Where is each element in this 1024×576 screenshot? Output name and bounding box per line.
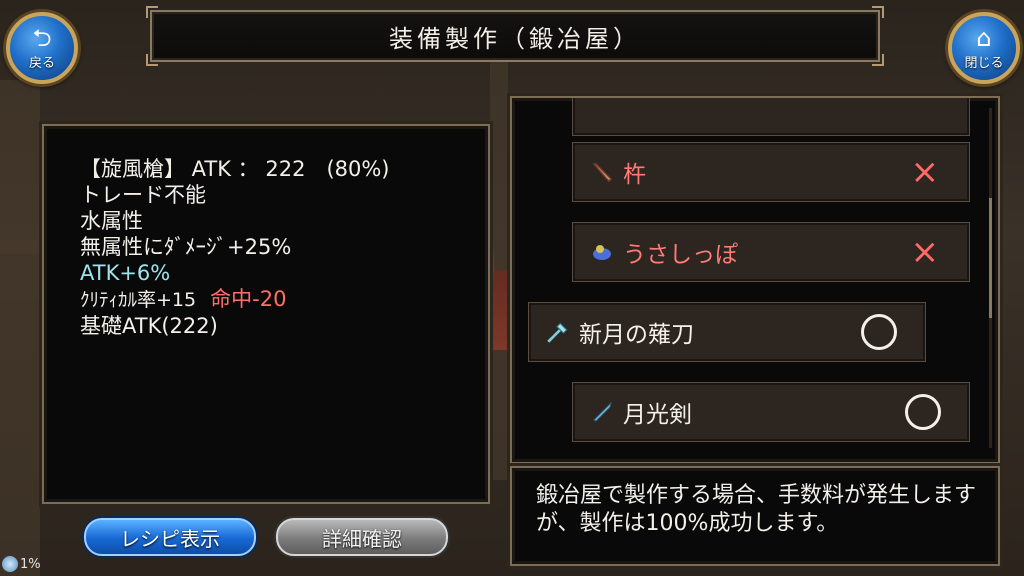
atk-bonus: ATK+6% xyxy=(80,261,171,285)
progress-indicator: 1% xyxy=(2,556,41,572)
recipe-name: うさしっぽ xyxy=(623,242,738,268)
damage-bonus: 無属性にﾀﾞﾒｰｼﾞ+25% xyxy=(80,235,292,259)
unavailable-mark: × xyxy=(910,232,940,272)
list-item-partial[interactable] xyxy=(572,462,970,464)
list-item[interactable]: うさしっぽ × xyxy=(572,222,970,282)
crit-hit-line: ｸﾘﾃｨｶﾙ率+15 命中-20 xyxy=(80,286,390,313)
recipe-name: 杵 xyxy=(623,162,646,188)
info-message: 鍛冶屋で製作する場合、手数料が発生しますが、製作は100%成功します。 xyxy=(536,483,977,536)
element-attribute: 水属性 xyxy=(80,209,143,233)
available-mark xyxy=(861,314,897,350)
progress-value: 1% xyxy=(20,556,41,572)
list-item-selected[interactable]: 新月の薙刀 xyxy=(528,302,926,362)
scrollbar-thumb[interactable] xyxy=(989,198,992,318)
back-label: 戻る xyxy=(28,55,55,71)
pestle-icon xyxy=(589,159,615,185)
list-item[interactable]: 杵 × xyxy=(572,142,970,202)
halberd-icon xyxy=(545,319,571,345)
rabbit-tail-icon xyxy=(589,239,615,265)
base-atk: 基礎ATK(222) xyxy=(80,314,218,338)
trade-restriction: トレード不能 xyxy=(80,183,206,207)
return-arrow-icon: ⮌ xyxy=(32,23,52,52)
orb-icon xyxy=(2,556,18,572)
item-name-atk: 【旋風槍】 ATK ： 222 (80%) xyxy=(80,157,390,181)
back-button[interactable]: ⮌ 戻る xyxy=(6,12,78,84)
close-button[interactable]: ⌂ 閉じる xyxy=(948,12,1020,84)
recipe-name: 新月の薙刀 xyxy=(579,322,694,348)
title-bar: 装備製作（鍛冶屋） xyxy=(146,6,884,66)
home-icon: ⌂ xyxy=(976,23,992,52)
recipe-list-panel[interactable]: 杵 × うさしっぽ × 新月の薙刀 月光剣 xyxy=(510,96,1000,464)
recipe-name: 月光剣 xyxy=(623,402,692,428)
page-title: 装備製作（鍛冶屋） xyxy=(389,24,641,53)
detail-check-button[interactable]: 詳細確認 xyxy=(276,518,448,556)
item-stats: 【旋風槍】 ATK ： 222 (80%) トレード不能 水属性 無属性にﾀﾞﾒ… xyxy=(80,156,390,339)
info-message-panel: 鍛冶屋で製作する場合、手数料が発生しますが、製作は100%成功します。 xyxy=(510,466,1000,566)
list-item-partial[interactable] xyxy=(572,98,970,136)
available-mark xyxy=(905,394,941,430)
unavailable-mark: × xyxy=(910,152,940,192)
accuracy-penalty: 命中-20 xyxy=(210,287,287,311)
list-item[interactable]: 月光剣 xyxy=(572,382,970,442)
recipe-display-button[interactable]: レシピ表示 xyxy=(84,518,256,556)
close-label: 閉じる xyxy=(964,55,1004,71)
item-detail-panel: 【旋風槍】 ATK ： 222 (80%) トレード不能 水属性 無属性にﾀﾞﾒ… xyxy=(42,124,490,504)
sword-icon xyxy=(589,399,615,425)
critical-rate: ｸﾘﾃｨｶﾙ率+15 xyxy=(80,289,197,311)
